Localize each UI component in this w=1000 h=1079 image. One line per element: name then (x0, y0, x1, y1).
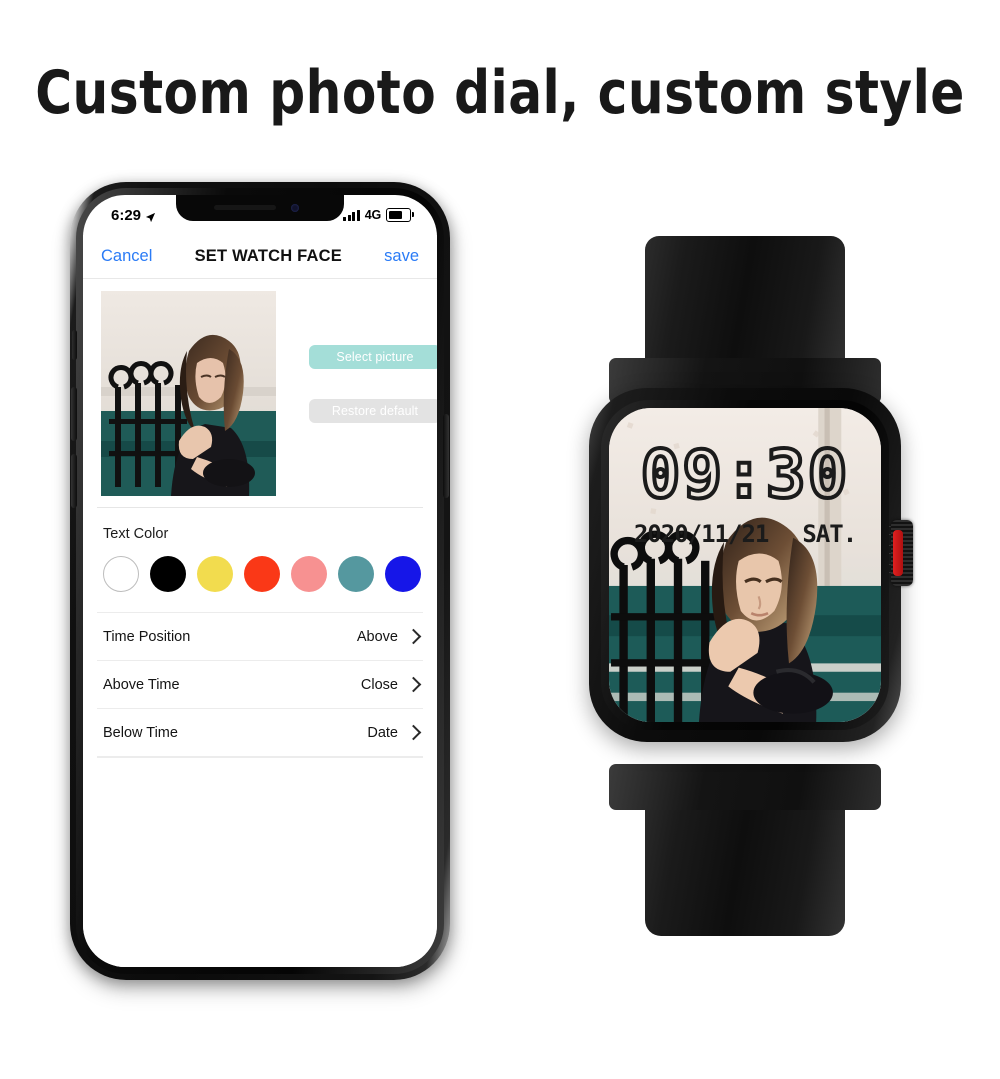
save-button[interactable]: save (384, 247, 419, 266)
watch-face-subline: 2020/11/21 SAT. (609, 520, 881, 548)
preview-section: Select picture Restore default (83, 279, 437, 507)
color-swatch-red[interactable] (244, 556, 280, 592)
row-value: Above (356, 628, 398, 645)
phone-silent-switch[interactable] (72, 330, 77, 360)
text-color-label: Text Color (103, 526, 169, 542)
row-value: Date (367, 724, 398, 741)
chevron-right-icon (405, 676, 422, 693)
text-color-swatches (83, 542, 437, 612)
status-bar-time: 6:29 (111, 206, 142, 224)
screen-title: SET WATCH FACE (194, 247, 342, 265)
color-swatch-pink[interactable] (291, 556, 327, 592)
row-label: Time Position (103, 628, 191, 645)
row-value: Close (360, 676, 398, 693)
network-type-label: 4G (364, 208, 381, 222)
smartwatch-mockup: 09:30 2020/11/21 SAT. (530, 236, 960, 936)
status-bar-right: 4G (343, 208, 414, 222)
row-right: Date (367, 724, 422, 741)
signal-bars-icon (343, 209, 360, 221)
location-arrow-icon (145, 210, 156, 222)
color-swatch-white[interactable] (103, 556, 139, 592)
row-right: Above (356, 628, 422, 645)
phone-power-button[interactable] (443, 414, 449, 498)
settings-row-time-position[interactable]: Time Position Above (97, 612, 423, 660)
watch-face-date: 2020/11/21 (633, 520, 769, 548)
restore-default-button[interactable]: Restore default (309, 399, 437, 423)
watch-face-preview-image[interactable] (101, 291, 276, 496)
status-bar: 6:29 4G (83, 195, 437, 235)
color-swatch-teal[interactable] (338, 556, 374, 592)
row-label: Below Time (103, 724, 178, 741)
watch-face-time: 09:30 (639, 436, 850, 513)
preview-photo (101, 291, 276, 496)
settings-row-below-time[interactable]: Below Time Date (97, 708, 423, 756)
status-bar-left: 6:29 (111, 207, 156, 224)
phone-body: 6:29 4G Cancel SET WATCH FACE save Selec… (70, 182, 450, 980)
color-swatch-black[interactable] (150, 556, 186, 592)
select-picture-button[interactable]: Select picture (309, 345, 437, 369)
chevron-right-icon (405, 724, 422, 741)
watch-screen[interactable]: 09:30 2020/11/21 SAT. (609, 408, 881, 722)
chevron-right-icon (405, 628, 422, 645)
phone-volume-up-button[interactable] (71, 387, 77, 441)
watch-case: 09:30 2020/11/21 SAT. (589, 388, 913, 742)
watch-lug-bottom (609, 764, 881, 810)
watch-crown-button[interactable] (891, 520, 913, 586)
phone-volume-down-button[interactable] (71, 454, 77, 508)
watch-face-weekday: SAT. (802, 520, 857, 548)
phone-screen: 6:29 4G Cancel SET WATCH FACE save Selec… (83, 195, 437, 967)
color-swatch-blue[interactable] (385, 556, 421, 592)
settings-content: Select picture Restore default Text Colo… (83, 279, 437, 967)
page-title: Custom photo dial, custom style (35, 58, 965, 128)
color-swatch-yellow[interactable] (197, 556, 233, 592)
nav-bar: Cancel SET WATCH FACE save (83, 235, 437, 279)
phone-mockup: 6:29 4G Cancel SET WATCH FACE save Selec… (62, 182, 462, 994)
row-right: Close (360, 676, 422, 693)
list-bottom-divider (97, 756, 423, 758)
row-label: Above Time (103, 676, 180, 693)
preview-action-buttons: Select picture Restore default (309, 345, 437, 423)
cancel-button[interactable]: Cancel (101, 247, 152, 266)
settings-row-above-time[interactable]: Above Time Close (97, 660, 423, 708)
watch-bezel: 09:30 2020/11/21 SAT. (601, 400, 889, 730)
battery-icon (386, 208, 414, 222)
